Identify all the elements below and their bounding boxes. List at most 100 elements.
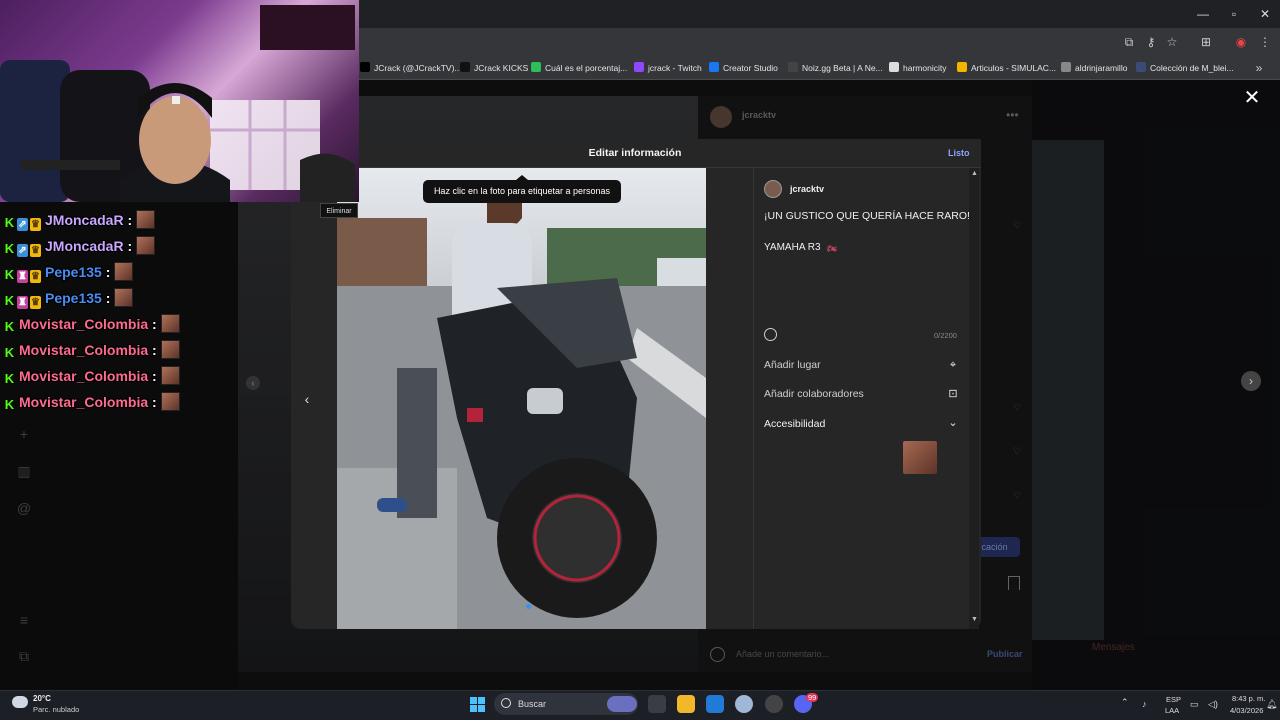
accessibility-option[interactable]: Accesibilidad	[764, 418, 825, 430]
file-explorer-icon[interactable]	[677, 695, 695, 713]
caption-line-1[interactable]: ¡UN GUSTICO QUE QUERÍA HACE RARO!	[764, 210, 970, 222]
network-icon[interactable]: ▭	[1190, 699, 1199, 710]
d-icon	[531, 62, 541, 72]
done-button[interactable]: Listo	[948, 148, 970, 158]
search-icon	[501, 698, 511, 708]
discord-notification-badge: 99	[806, 693, 819, 702]
chat-username[interactable]: Movistar_Colombia	[19, 394, 148, 410]
close-window-icon[interactable]: ✕	[1250, 4, 1280, 24]
chat-emote	[136, 210, 156, 229]
bookmark-item[interactable]: JCrack KICKS	[460, 60, 528, 76]
bookmark-label: JCrack (@JCrackTV)...	[374, 63, 462, 73]
og-badge-icon: ♜	[17, 296, 28, 309]
minimize-icon[interactable]: —	[1188, 4, 1218, 24]
bookmark-item[interactable]: harmonicity	[889, 60, 946, 76]
extensions-icon[interactable]: ⊞	[1197, 34, 1215, 50]
post-photo[interactable]	[337, 168, 706, 629]
create-icon[interactable]: +	[16, 426, 32, 442]
mail-icon[interactable]	[706, 695, 724, 713]
k-badge-icon: K	[4, 371, 15, 386]
cloud-icon[interactable]	[12, 696, 28, 708]
profile-icon[interactable]: ◉	[1232, 34, 1250, 50]
volume-icon[interactable]: ◁)	[1208, 699, 1218, 710]
twitch-icon	[634, 62, 644, 72]
task-view-icon[interactable]	[648, 695, 666, 713]
bookmarks-overflow-icon[interactable]: »	[1250, 60, 1268, 76]
x-icon	[360, 62, 370, 72]
bookmark-item[interactable]: Colección de M_blei...	[1136, 60, 1234, 76]
facebook-icon	[709, 62, 719, 72]
chat-message: K ♜ ♛ Pepe135 :	[4, 287, 134, 309]
weather-temperature[interactable]: 20°C	[33, 694, 51, 703]
chat-username[interactable]: Pepe135	[45, 290, 102, 306]
chat-username[interactable]: Pepe135	[45, 264, 102, 280]
menu-icon[interactable]: ⋮	[1256, 34, 1274, 50]
chat-separator: :	[148, 316, 157, 332]
k-badge-icon: K	[4, 267, 15, 282]
maximize-icon[interactable]: ▫	[1219, 4, 1249, 24]
bookmark-label: aldrinjaramillo	[1075, 63, 1128, 73]
chat-username[interactable]: JMoncadaR	[45, 238, 124, 254]
prev-post-arrow-icon[interactable]: ‹	[246, 376, 260, 390]
clock-date[interactable]: 4/03/2026	[1230, 706, 1263, 715]
microphone-icon[interactable]: ♪	[1142, 699, 1147, 709]
language-code[interactable]: ESP	[1166, 695, 1181, 704]
app-icon[interactable]	[765, 695, 783, 713]
add-collaborators-option[interactable]: Añadir colaboradores	[764, 388, 864, 400]
chat-username[interactable]: Movistar_Colombia	[19, 316, 148, 332]
bookmark-item[interactable]: JCrack (@JCrackTV)...	[360, 60, 462, 76]
keyboard-layout[interactable]: LAA	[1165, 706, 1179, 715]
bookmark-star-icon[interactable]: ☆	[1163, 34, 1181, 50]
add-user-icon[interactable]: ⊡	[946, 387, 960, 401]
weather-description[interactable]: Parc. nublado	[33, 705, 79, 714]
bookmark-label: jcrack - Twitch	[648, 63, 702, 73]
install-app-icon[interactable]: ⧉	[1120, 34, 1138, 50]
side-panel-scrollbar[interactable]	[969, 168, 979, 629]
scroll-up-icon[interactable]: ▲	[970, 170, 979, 177]
location-pin-icon[interactable]: ⌖	[946, 358, 960, 372]
chat-separator: :	[101, 290, 111, 306]
chevron-down-icon[interactable]: ⌄	[946, 416, 960, 430]
drive-icon	[957, 62, 967, 72]
chat-username[interactable]: Movistar_Colombia	[19, 368, 148, 384]
chat-username[interactable]: Movistar_Colombia	[19, 342, 148, 358]
chevron-up-icon[interactable]: ⌃	[1121, 697, 1129, 708]
chat-separator: :	[148, 342, 157, 358]
add-location-option[interactable]: Añadir lugar	[764, 359, 821, 371]
bookmark-item[interactable]: jcrack - Twitch	[634, 60, 702, 76]
notifications-icon[interactable]: 🔔︎	[1266, 699, 1277, 710]
chat-separator: :	[148, 368, 157, 384]
scroll-down-icon[interactable]: ▼	[970, 616, 979, 623]
chat-emote	[114, 288, 134, 307]
dashboard-icon[interactable]: ▥	[16, 463, 32, 479]
chat-username[interactable]: JMoncadaR	[45, 212, 124, 228]
windows-taskbar	[0, 690, 1280, 720]
bookmark-item[interactable]: aldrinjaramillo	[1061, 60, 1127, 76]
close-icon[interactable]: ✕	[1242, 88, 1262, 108]
bookmark-item[interactable]: Noiz.gg Beta | A Ne...	[788, 60, 883, 76]
emote-overlay	[903, 441, 937, 474]
password-key-icon[interactable]: ⚷	[1142, 34, 1160, 50]
chrome-icon[interactable]	[735, 695, 753, 713]
emoji-picker-icon[interactable]	[764, 328, 777, 341]
character-counter: 0/2200	[934, 331, 957, 340]
chat-message: K ⇗ ♛ JMoncadaR :	[4, 209, 156, 231]
bookmark-item[interactable]: Cuál es el porcentaj...	[531, 60, 627, 76]
threads-icon[interactable]: @	[16, 500, 32, 516]
delete-tooltip: Eliminar	[320, 203, 358, 218]
webcam-overlay	[0, 0, 359, 202]
kick-icon	[460, 62, 470, 72]
windows-start-icon[interactable]	[470, 697, 485, 712]
copilot-icon[interactable]	[607, 696, 637, 712]
bookmark-item[interactable]: Articulos - SIMULAC...	[957, 60, 1056, 76]
caption-line-2[interactable]: YAMAHA R3	[764, 242, 821, 253]
bookmark-item[interactable]: Creator Studio	[709, 60, 778, 76]
next-post-arrow-icon[interactable]: ›	[1241, 371, 1261, 391]
chat-separator: :	[123, 212, 133, 228]
photo-prev-arrow-icon[interactable]: ‹	[298, 390, 316, 408]
clock-time[interactable]: 8:43 p. m.	[1232, 694, 1265, 703]
page-icon	[1061, 62, 1071, 72]
apps-icon[interactable]: ⧉	[16, 648, 32, 664]
more-menu-icon[interactable]: ≡	[16, 612, 32, 628]
chat-message: K ♜ ♛ Pepe135 :	[4, 261, 134, 283]
